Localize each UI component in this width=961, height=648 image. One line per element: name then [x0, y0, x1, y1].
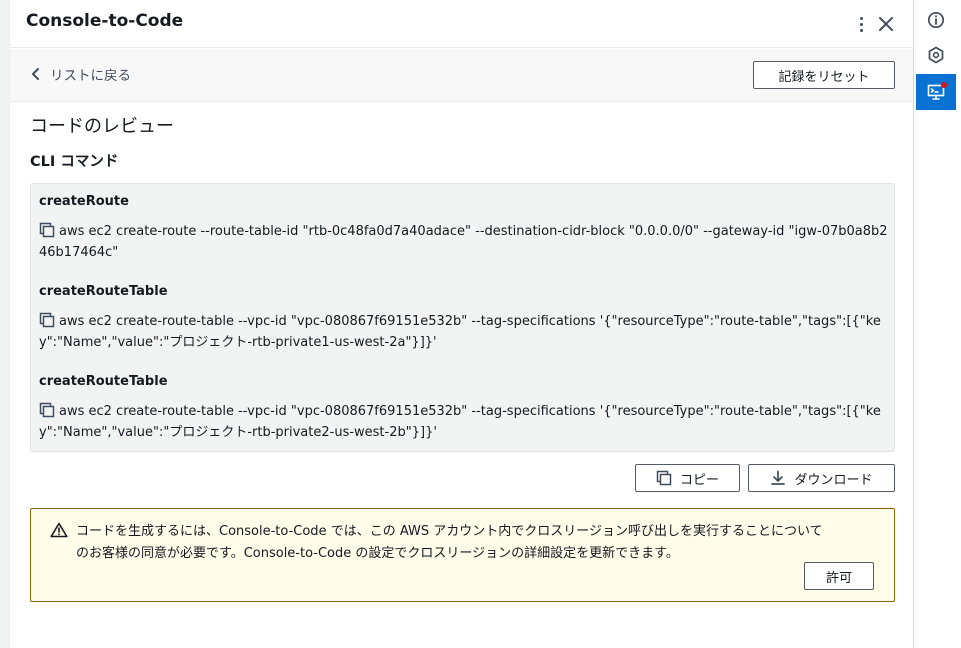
command-block: aws ec2 create-route-table --vpc-id "vpc…: [39, 311, 889, 353]
cross-region-warning-alert: コードを生成するには、Console-to-Code では、この AWS アカウ…: [30, 508, 895, 602]
download-icon: [771, 470, 786, 485]
left-gutter: [0, 0, 10, 648]
cli-commands-heading: CLI コマンド: [30, 154, 119, 170]
panel-header: Console-to-Code: [10, 0, 913, 48]
panel-subbar: リストに戻る 記録をリセット: [10, 49, 913, 102]
rail-item-info[interactable]: [916, 2, 956, 38]
panel-title: Console-to-Code: [26, 11, 184, 31]
command-name: createRouteTable: [39, 284, 168, 299]
console-to-code-panel: Console-to-Code リストに戻る 記録をリセット コードのレビュー …: [10, 0, 913, 648]
rail-item-console-to-code[interactable]: [916, 74, 956, 110]
page: Console-to-Code リストに戻る 記録をリセット コードのレビュー …: [0, 0, 961, 648]
cli-code-box: createRoute aws ec2 create-route --route…: [30, 183, 895, 452]
command-block: aws ec2 create-route-table --vpc-id "vpc…: [39, 401, 889, 443]
back-to-list-link[interactable]: リストに戻る: [30, 63, 131, 85]
hexagon-icon: [928, 46, 944, 64]
copy-button-label: コピー: [679, 472, 719, 488]
notification-dot: [941, 82, 947, 88]
command-name: createRouteTable: [39, 374, 168, 389]
alert-message: コードを生成するには、Console-to-Code では、この AWS アカウ…: [76, 521, 876, 565]
command-name: createRoute: [39, 194, 129, 209]
code-review-title: コードのレビュー: [30, 116, 174, 137]
copy-icon: [656, 470, 672, 486]
rail-item-hexagon[interactable]: [916, 37, 956, 73]
tools-rail: [913, 0, 961, 648]
alert-message-line: のお客様の同意が必要です。Console-to-Code の設定でクロスリージョ…: [76, 546, 679, 561]
copy-button[interactable]: コピー: [635, 464, 740, 492]
copy-icon[interactable]: [39, 402, 55, 418]
command-text: aws ec2 create-route-table --vpc-id "vpc…: [39, 404, 881, 440]
download-button[interactable]: ダウンロード: [748, 464, 895, 492]
close-icon[interactable]: [876, 14, 896, 34]
command-text: aws ec2 create-route-table --vpc-id "vpc…: [39, 314, 881, 350]
copy-icon[interactable]: [39, 312, 55, 328]
copy-icon[interactable]: [39, 222, 55, 238]
command-block: aws ec2 create-route --route-table-id "r…: [39, 221, 889, 263]
download-button-label: ダウンロード: [794, 472, 873, 488]
command-text: aws ec2 create-route --route-table-id "r…: [39, 224, 888, 260]
allow-button[interactable]: 許可: [804, 562, 874, 590]
warning-icon: [50, 522, 68, 538]
back-link-label: リストに戻る: [50, 68, 131, 84]
chevron-left-icon: [32, 68, 39, 80]
reset-recording-button[interactable]: 記録をリセット: [753, 61, 895, 89]
info-icon: [927, 11, 945, 29]
more-options-icon[interactable]: [853, 13, 869, 35]
alert-message-line: コードを生成するには、Console-to-Code では、この AWS アカウ…: [76, 524, 823, 539]
